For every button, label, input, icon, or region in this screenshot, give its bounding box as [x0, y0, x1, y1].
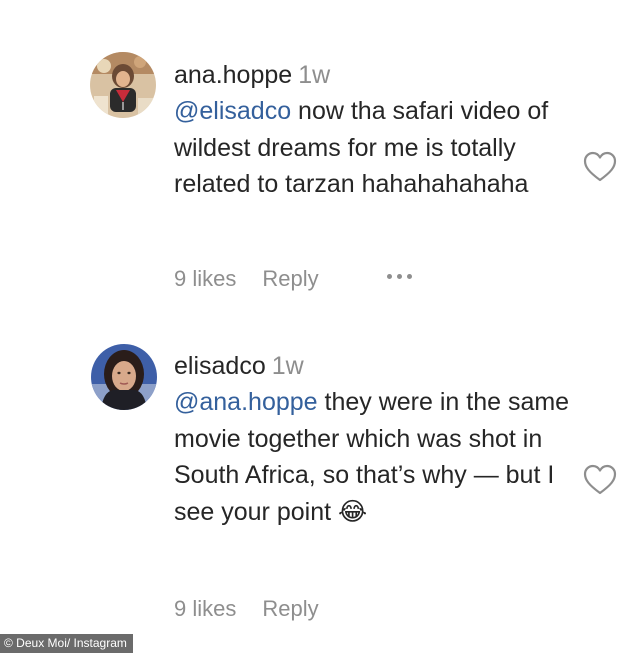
avatar[interactable]: [91, 344, 157, 410]
comment-time[interactable]: 1w: [298, 61, 330, 89]
username-link[interactable]: elisadco: [174, 352, 266, 380]
heart-outline-icon[interactable]: [583, 464, 617, 496]
comment-header: elisadco 1w: [174, 348, 574, 384]
likes-count[interactable]: 9 likes: [174, 266, 236, 292]
likes-count[interactable]: 9 likes: [174, 596, 236, 622]
laughing-emoji-icon: 😂: [338, 497, 368, 526]
comment-text: @ana.hoppe they were in the same movie t…: [174, 384, 574, 530]
comment-header: ana.hoppe 1w: [174, 57, 574, 93]
comment-text: @elisadco now tha safari video of wildes…: [174, 93, 574, 203]
heart-outline-icon[interactable]: [583, 151, 617, 183]
comment-actions: 9 likes Reply: [174, 596, 319, 622]
comment-actions: 9 likes Reply: [174, 266, 319, 292]
username-link[interactable]: ana.hoppe: [174, 61, 292, 89]
avatar-image: [90, 52, 156, 118]
comment-time[interactable]: 1w: [272, 352, 304, 380]
avatar-image: [91, 344, 157, 410]
more-options-icon[interactable]: [387, 274, 412, 279]
mention-link[interactable]: @ana.hoppe: [174, 388, 318, 416]
mention-link[interactable]: @elisadco: [174, 97, 291, 125]
reply-button[interactable]: Reply: [262, 266, 318, 292]
photo-credit: © Deux Moi/ Instagram: [0, 634, 133, 653]
avatar[interactable]: [90, 52, 156, 118]
reply-button[interactable]: Reply: [262, 596, 318, 622]
